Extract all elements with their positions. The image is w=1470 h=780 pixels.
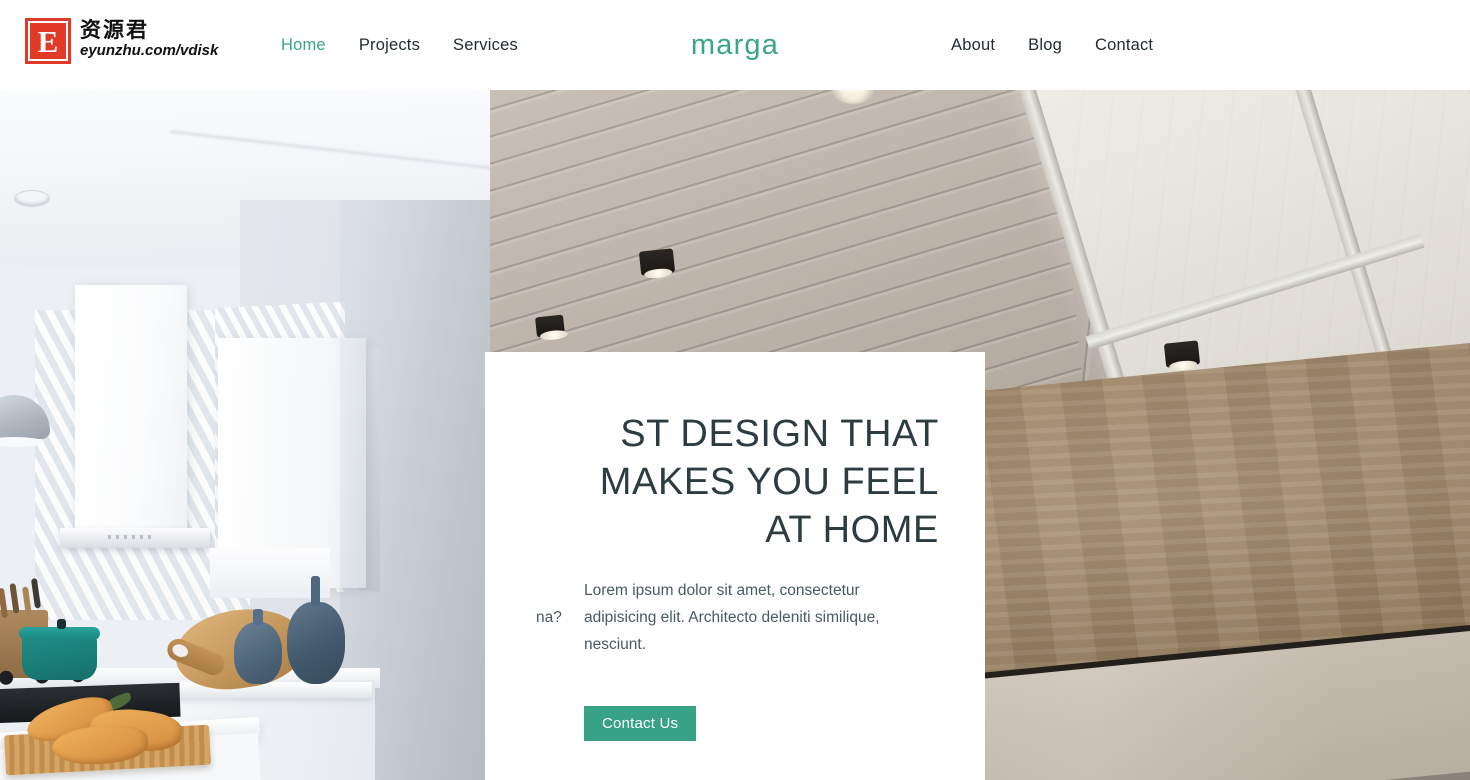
hero-image-kitchen — [0, 90, 490, 780]
nav-item-services[interactable]: Services — [453, 36, 518, 55]
kitchen-blue-vase-small — [234, 609, 282, 684]
logo-letter: E — [28, 21, 68, 61]
page-root: E 资源君 eyunzhu.com/vdisk Home Projects Se… — [0, 0, 1470, 780]
logo-badge-icon: E — [25, 18, 71, 64]
primary-nav-right: About Blog Contact — [951, 0, 1153, 90]
site-logo[interactable]: E 资源君 eyunzhu.com/vdisk — [25, 18, 218, 64]
interior-downlight-icon-2 — [1163, 340, 1201, 368]
site-header: E 资源君 eyunzhu.com/vdisk Home Projects Se… — [0, 0, 1470, 90]
logo-url: eyunzhu.com/vdisk — [80, 42, 219, 59]
hero-headline-line-2: MAKES YOU FEEL — [599, 461, 939, 503]
kitchen-range-hood — [75, 285, 187, 535]
hero-section: ST DESIGN THAT MAKES YOU FEEL AT HOME Lo… — [0, 90, 1470, 780]
nav-item-home[interactable]: Home — [281, 36, 326, 55]
contact-us-button[interactable]: Contact Us — [584, 706, 697, 741]
kitchen-teal-pot — [19, 619, 100, 680]
primary-nav-left: Home Projects Services — [281, 0, 518, 90]
nav-item-blog[interactable]: Blog — [1028, 36, 1062, 55]
hero-headline-line-1: ST DESIGN THAT — [620, 413, 939, 455]
hero-paragraph: Lorem ipsum dolor sit amet, consectetur … — [584, 582, 880, 653]
kitchen-hood-base — [60, 528, 210, 548]
hero-headline: ST DESIGN THAT MAKES YOU FEEL AT HOME — [519, 410, 939, 554]
interior-downlight-icon-1 — [638, 248, 676, 276]
interior-downlight-icon-4 — [535, 314, 565, 338]
kitchen-blue-vase-large — [287, 576, 345, 684]
hero-overflow-fragment: na? — [536, 609, 562, 626]
brand-logotype[interactable]: marga — [691, 29, 779, 62]
logo-text-block: 资源君 eyunzhu.com/vdisk — [80, 18, 218, 60]
nav-item-projects[interactable]: Projects — [359, 36, 420, 55]
logo-chinese-name: 资源君 — [80, 17, 149, 42]
hero-headline-line-3: AT HOME — [765, 509, 939, 551]
nav-item-about[interactable]: About — [951, 36, 995, 55]
kitchen-ceiling-spotlight-icon — [14, 190, 50, 207]
nav-item-contact[interactable]: Contact — [1095, 36, 1153, 55]
brand-wrapper: marga — [0, 0, 1470, 90]
